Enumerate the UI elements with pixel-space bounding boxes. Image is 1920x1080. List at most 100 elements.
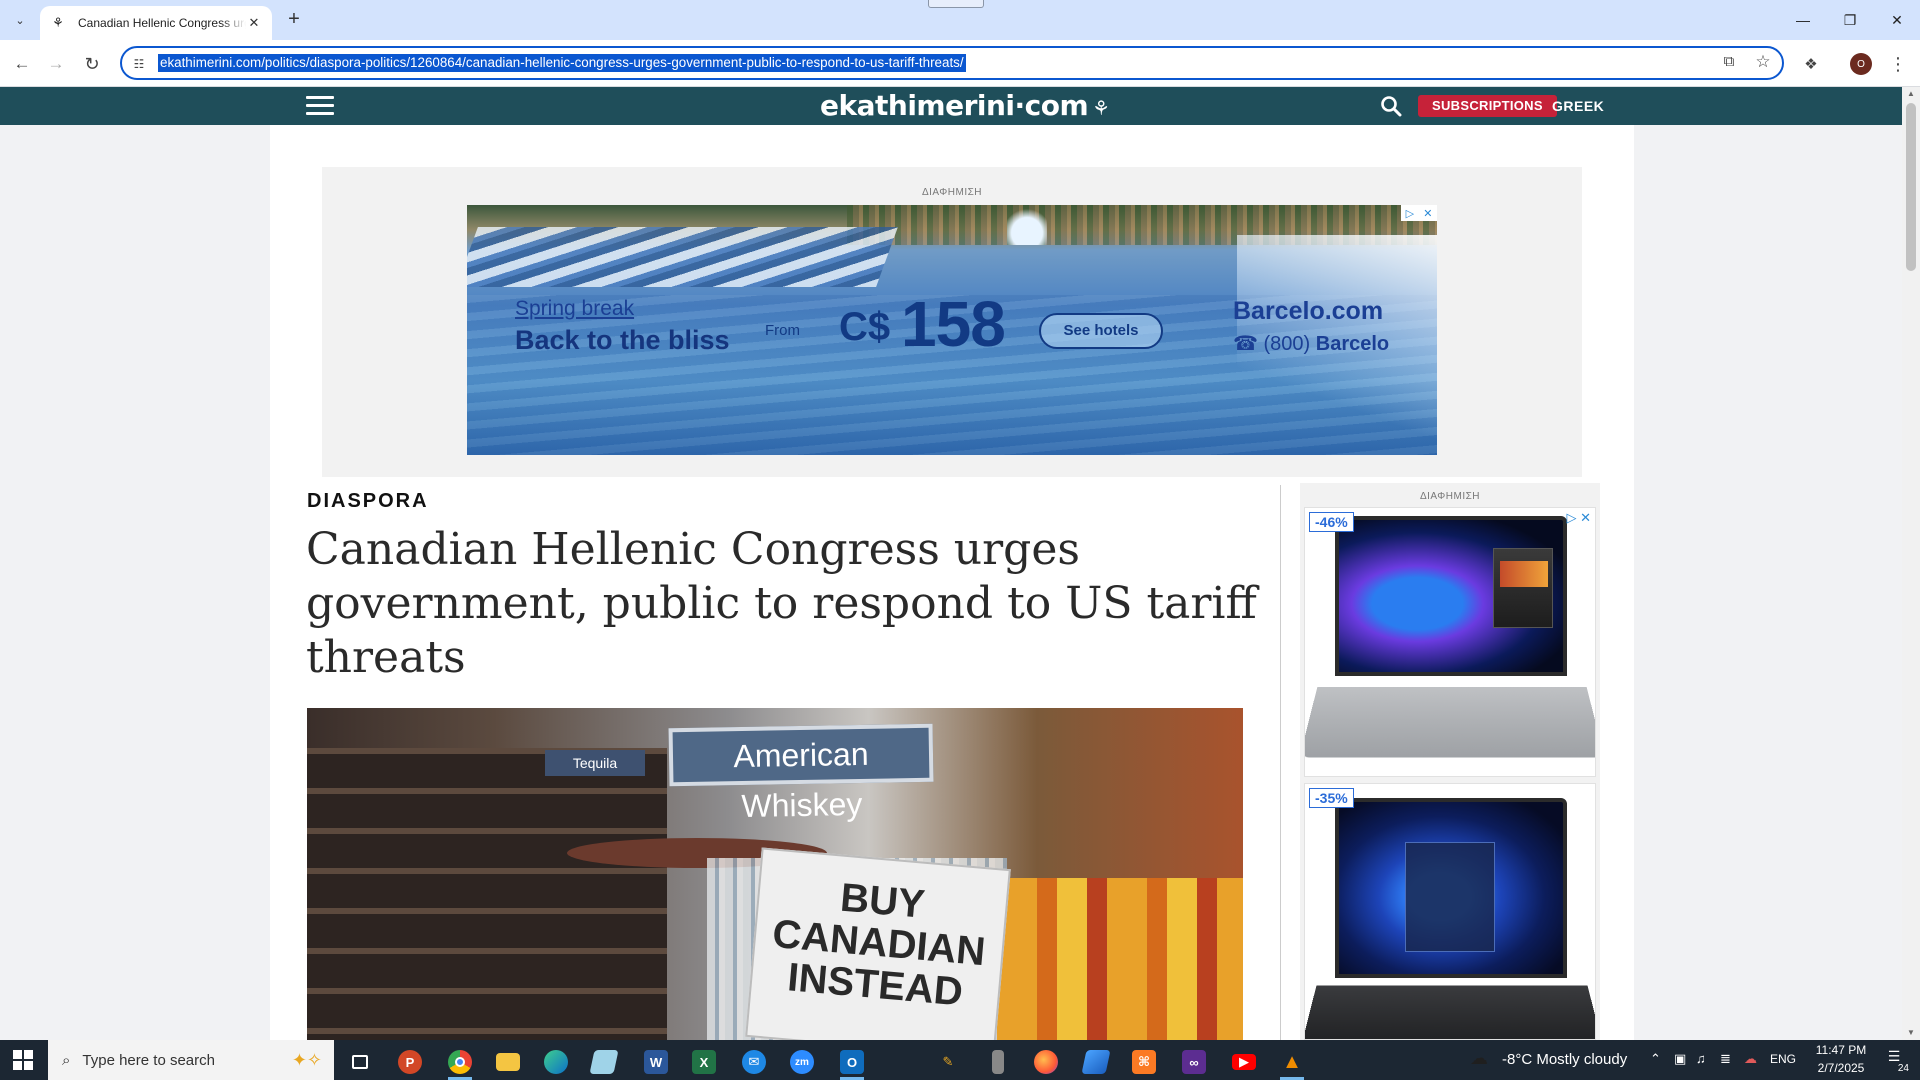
discount-badge: -35% [1309,788,1354,808]
new-tab-button[interactable]: + [282,8,306,32]
logo-emblem-icon: ⚘ [1092,96,1110,120]
notification-center-icon[interactable]: ☰ 24 [1880,1048,1910,1074]
ad-label: ΔΙΑΦΗΜΙΣΗ [1419,491,1481,502]
notes-app-icon[interactable] [584,1044,624,1080]
ad-from-label: From [765,322,800,339]
file-explorer-icon[interactable] [488,1044,528,1080]
scroll-down-arrow-icon[interactable]: ▼ [1902,1026,1920,1040]
onedrive-icon[interactable]: ☁ [1744,1051,1757,1067]
ad-label: ΔΙΑΦΗΜΙΣΗ [921,187,983,198]
site-logo-text: ekathimerini·com [820,89,1089,122]
search-highlight-sparkle-icon: ✦✧ [291,1050,322,1070]
adchoices-icon[interactable]: ▷ ✕ [1566,510,1591,526]
article-hero-image: Tequila American Whiskey BUY CANADIAN IN… [307,708,1243,1040]
visual-studio-icon[interactable]: ∞ [1174,1044,1214,1080]
tab-search-chevron-icon[interactable]: ⌄ [8,8,32,32]
address-bar[interactable]: ☷ ekathimerini.com/politics/diaspora-pol… [120,46,1784,80]
laptop-keyboard [1305,686,1595,758]
show-hidden-icons-chevron-icon[interactable]: ⌃ [1650,1051,1661,1067]
image-boxes [997,878,1243,1040]
browser-toolbar: ← → ↻ ☷ ekathimerini.com/politics/diaspo… [0,40,1920,87]
app-blue-icon[interactable] [1076,1044,1116,1080]
tab-close-icon[interactable]: ✕ [246,15,262,31]
ad-phone: ☎ (800) Barcelo [1233,331,1389,356]
taskbar-search-box[interactable]: ⌕ Type here to search ✦✧ [48,1040,334,1080]
adchoices-icon[interactable]: ▷ ✕ [1401,205,1437,221]
subscriptions-button[interactable]: SUBSCRIPTIONS [1418,95,1557,117]
see-hotels-button[interactable]: See hotels [1039,313,1163,349]
word-icon[interactable]: W [636,1044,676,1080]
usb-device-icon[interactable] [978,1044,1018,1080]
image-tequila-sign: Tequila [545,750,645,776]
browser-tab-active[interactable]: ⚘ Canadian Hellenic Congress urges gover… [40,6,272,40]
hotel-banner-ad[interactable]: Spring break Back to the bliss From C$ 1… [467,205,1437,455]
clock-time[interactable]: 11:47 PM [1808,1043,1874,1057]
excel-icon[interactable]: X [684,1044,724,1080]
article-headline: Canadian Hellenic Congress urges governm… [306,524,1257,683]
windows-taskbar: ⌕ Type here to search ✦✧ P W X ✉ zm O ✎ … [0,1040,1920,1080]
laptop-image [1335,798,1567,978]
browser-tab-strip: ⌄ ⚘ Canadian Hellenic Congress urges gov… [0,0,1920,40]
laptop-ad-card[interactable]: -35% [1304,783,1596,1040]
youtube-icon[interactable]: ▶ [1224,1044,1264,1080]
chrome-icon[interactable] [440,1044,480,1080]
chat-app-icon[interactable]: ✉ [734,1044,774,1080]
volume-icon[interactable]: ♫ [1696,1051,1706,1066]
laptop-ad-card[interactable]: -46% ▷ ✕ [1304,507,1596,777]
task-view-icon[interactable] [340,1044,380,1080]
back-button[interactable]: ← [8,50,36,78]
page-viewport: ekathimerini·com ⚘ SUBSCRIPTIONS GREEK ΔΙ… [0,87,1920,1040]
image-buy-canadian-sign: BUY CANADIAN INSTEAD [745,847,1011,1040]
search-placeholder: Type here to search [82,1051,215,1069]
profile-avatar[interactable]: O [1850,53,1872,75]
site-logo[interactable]: ekathimerini·com ⚘ [820,91,1110,121]
powerpoint-icon[interactable]: P [390,1044,430,1080]
reload-button[interactable]: ↻ [78,50,106,78]
laptop-screen-app [1493,548,1553,628]
minimize-window-button[interactable]: — [1780,4,1826,36]
url-text-selected[interactable]: ekathimerini.com/politics/diaspora-polit… [158,54,966,72]
close-window-button[interactable]: ✕ [1874,4,1920,36]
ad-currency: C$ [839,305,891,349]
scroll-thumb[interactable] [1906,103,1916,271]
scroll-up-arrow-icon[interactable]: ▲ [1902,87,1920,101]
tab-title: Canadian Hellenic Congress urges governm… [78,16,246,30]
weather-cloud-icon[interactable]: ☁ [1470,1048,1498,1072]
ad-bg-loungers [467,227,898,287]
greek-language-link[interactable]: GREEK [1552,96,1604,116]
image-shelves [307,748,667,1040]
page-scrollbar[interactable]: ▲ ▼ [1902,87,1920,1040]
forward-button[interactable]: → [42,50,70,78]
network-icon[interactable]: ≣ [1720,1051,1731,1067]
vlc-icon[interactable]: ▲ [1272,1044,1312,1080]
extensions-puzzle-icon[interactable]: ❖ [1797,50,1825,78]
site-favicon-icon: ⚘ [52,15,64,30]
input-language[interactable]: ENG [1770,1052,1796,1066]
laptop-keyboard [1305,985,1595,1039]
ad-phone-prefix: (800) [1263,333,1311,355]
site-info-icon[interactable]: ☷ [130,55,148,73]
ad-phone-brand: Barcelo [1315,333,1390,355]
zoom-icon[interactable]: zm [782,1044,822,1080]
ad-tagline: Spring break [515,297,635,320]
discount-badge: -46% [1309,512,1354,532]
firefox-icon[interactable] [1026,1044,1066,1080]
browser-menu-kebab-icon[interactable]: ⋮ [1886,50,1910,78]
restore-window-button[interactable]: ❐ [1827,4,1873,36]
search-icon: ⌕ [62,1051,71,1069]
article-page: ΔΙΑΦΗΜΙΣΗ Spring break Back to the bliss… [270,125,1634,1040]
search-icon[interactable] [1380,95,1402,117]
install-app-icon[interactable]: ⧉ [1718,53,1740,75]
weather-text[interactable]: -8°C Mostly cloudy [1502,1051,1627,1068]
pen-tool-icon[interactable]: ✎ [928,1044,968,1080]
clock-date[interactable]: 2/7/2025 [1808,1061,1874,1075]
outlook-icon[interactable]: O [832,1044,872,1080]
start-button[interactable] [0,1040,46,1080]
hamburger-menu-icon[interactable] [306,96,334,116]
site-header: ekathimerini·com ⚘ SUBSCRIPTIONS GREEK [0,87,1902,125]
meet-now-icon[interactable]: ▣ [1674,1051,1686,1067]
article-section-label[interactable]: DIASPORA [307,490,429,513]
edge-icon[interactable] [536,1044,576,1080]
xampp-icon[interactable]: ⌘ [1124,1044,1164,1080]
bookmark-star-icon[interactable]: ☆ [1752,52,1774,74]
